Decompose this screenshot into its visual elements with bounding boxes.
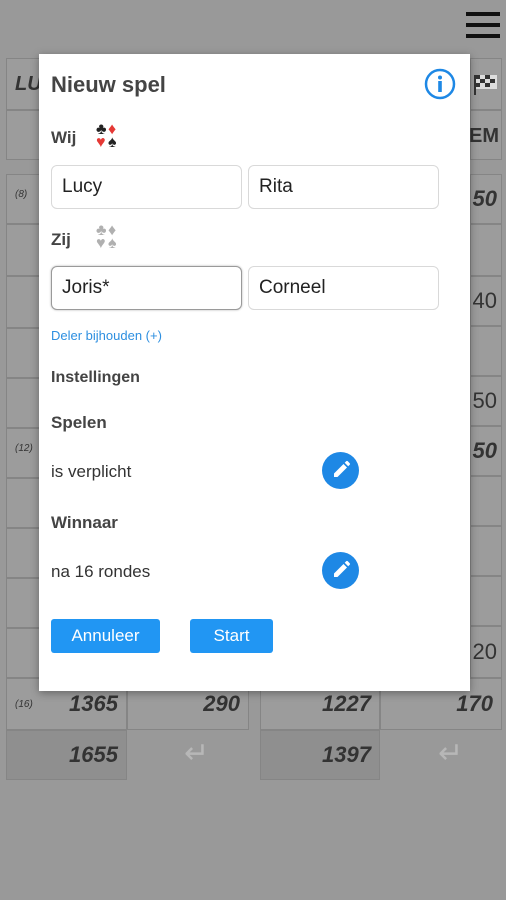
score-value: 1365 — [69, 691, 118, 716]
score-row — [6, 528, 40, 578]
spelen-value: is verplicht — [51, 462, 132, 481]
score-row — [470, 326, 502, 376]
spelen-label: Spelen — [51, 413, 107, 432]
score-row: 50 — [470, 174, 502, 224]
zij-player-2-field[interactable]: Corneel — [248, 266, 439, 310]
header-cell-right: EM — [469, 110, 502, 160]
score-value: 50 — [472, 186, 497, 211]
score-row — [6, 628, 40, 678]
wij-player-2-field[interactable]: Rita — [248, 165, 439, 209]
settings-heading: Instellingen — [51, 369, 140, 386]
score-row: (12) — [6, 428, 40, 478]
score-value: 1227 — [322, 691, 371, 716]
team-wij-label: Wij — [51, 128, 77, 147]
score-row — [6, 224, 40, 276]
edit-winnaar-button[interactable] — [322, 552, 359, 589]
score-row — [470, 526, 502, 576]
pencil-icon — [334, 560, 351, 577]
score-row — [470, 576, 502, 626]
team-zij-label: Zij — [51, 230, 71, 249]
menu-icon[interactable] — [466, 12, 500, 40]
final-total-right: 1397 — [260, 730, 380, 780]
score-value: 1397 — [322, 742, 371, 767]
round-index: (12) — [15, 443, 33, 454]
score-row — [6, 328, 40, 378]
score-value: 50 — [472, 388, 497, 413]
start-button[interactable]: Start — [190, 619, 273, 653]
enter-icon[interactable]: ↵ — [184, 736, 209, 771]
score-value: 50 — [472, 438, 497, 463]
info-icon[interactable] — [424, 68, 456, 100]
score-row — [470, 224, 502, 276]
header-left-text: LU — [15, 73, 42, 95]
score-row — [6, 276, 40, 328]
dialog-title: Nieuw spel — [51, 72, 166, 97]
score-row — [6, 578, 40, 628]
score-value: 170 — [456, 691, 493, 716]
score-row: 20 — [470, 626, 502, 678]
score-row — [6, 478, 40, 528]
score-row — [6, 378, 40, 428]
checkered-flag-icon[interactable] — [473, 71, 499, 97]
final-total-left: 1655 — [6, 730, 127, 780]
pencil-icon — [334, 460, 351, 477]
round-index: (8) — [15, 189, 28, 200]
score-row: 50 — [470, 376, 502, 426]
dealer-tracking-link[interactable]: Deler bijhouden (+) — [51, 328, 162, 343]
score-row: 40 — [470, 276, 502, 326]
new-game-dialog: Nieuw spel Wij ♣ ♦ ♥ ♠ Lucy Rita Zij ♣ ♦ ♥ ♠… — [39, 54, 470, 691]
score-row — [470, 476, 502, 526]
zij-player-1-field[interactable]: Joris* — [51, 266, 242, 310]
score-value: 290 — [203, 691, 240, 716]
winnaar-value: na 16 rondes — [51, 562, 151, 581]
winnaar-label: Winnaar — [51, 513, 118, 532]
score-row: 50 — [470, 426, 502, 476]
cancel-button[interactable]: Annuleer — [51, 619, 160, 653]
flag-cell — [470, 58, 502, 110]
score-value: 40 — [472, 288, 497, 313]
header-cell-left-2 — [6, 110, 40, 160]
enter-icon[interactable]: ↵ — [438, 736, 463, 771]
round-index: (16) — [15, 699, 33, 710]
edit-spelen-button[interactable] — [322, 452, 359, 489]
header-cell-left: LU — [6, 58, 42, 110]
score-value: 20 — [472, 639, 497, 664]
score-value: 1655 — [69, 742, 118, 767]
wij-player-1-field[interactable]: Lucy — [51, 165, 242, 209]
header-right-text: EM — [469, 125, 499, 147]
score-row: (8) — [6, 174, 40, 224]
